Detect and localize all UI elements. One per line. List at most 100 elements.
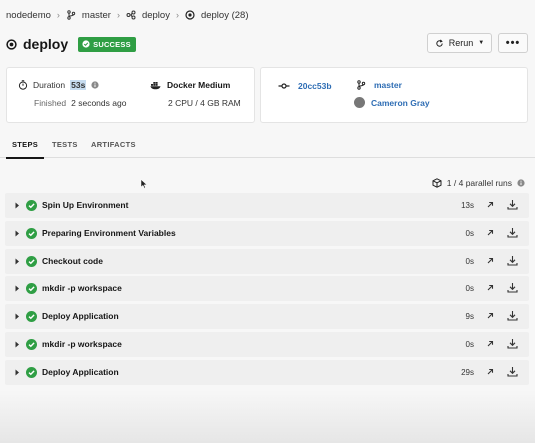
check-circle-icon <box>82 40 90 48</box>
cube-icon <box>432 178 442 188</box>
tab-artifacts[interactable]: ARTIFACTS <box>91 140 136 149</box>
step-row[interactable]: Preparing Environment Variables 0s <box>5 220 529 246</box>
external-link-icon[interactable] <box>486 201 494 209</box>
step-duration: 13s <box>461 201 474 210</box>
download-icon[interactable] <box>507 366 518 377</box>
tab-steps[interactable]: STEPS <box>5 140 45 159</box>
duration-row: Duration 53s <box>18 80 99 90</box>
download-icon[interactable] <box>507 255 518 266</box>
status-label: SUCCESS <box>93 39 131 49</box>
download-icon[interactable] <box>507 338 518 349</box>
job-summary-card: Duration 53s Finished 2 seconds ago Dock… <box>6 67 255 123</box>
external-link-icon[interactable] <box>486 229 494 237</box>
branch-icon <box>66 10 76 20</box>
finished-value: 2 seconds ago <box>71 98 127 108</box>
info-icon[interactable] <box>91 81 99 89</box>
chevron-right-icon[interactable] <box>14 230 20 237</box>
chevron-right-icon[interactable] <box>14 285 20 292</box>
finished-label: Finished <box>34 98 67 108</box>
commit-hash-link[interactable]: 20cc53b <box>298 81 332 91</box>
branch-row: master <box>356 80 402 90</box>
download-icon[interactable] <box>507 310 518 321</box>
branch-icon <box>357 80 366 90</box>
step-name: Spin Up Environment <box>42 200 129 210</box>
duration-value: 53s <box>70 80 87 90</box>
job-icon <box>6 38 17 50</box>
info-icon[interactable] <box>517 179 525 187</box>
branch-link[interactable]: master <box>374 80 402 90</box>
step-duration: 0s <box>465 284 474 294</box>
tab-bar: STEPS TESTS ARTIFACTS <box>0 136 535 159</box>
finished-row: Finished 2 seconds ago <box>34 98 126 108</box>
executor-row: Docker Medium <box>150 80 230 90</box>
chevron-right-icon[interactable] <box>14 369 20 376</box>
chevron-right-icon[interactable] <box>14 313 20 320</box>
step-duration: 29s <box>461 367 474 377</box>
duration-label: Duration <box>33 80 66 90</box>
download-icon[interactable] <box>507 227 518 238</box>
job-page: nodedemo › master › deploy › deploy (28)… <box>0 0 535 443</box>
job-header: deploy SUCCESS <box>6 35 136 53</box>
step-name: Preparing Environment Variables <box>42 227 176 238</box>
author-row: Cameron Gray <box>354 97 430 108</box>
breadcrumb-workflow[interactable]: deploy <box>142 10 170 21</box>
chevron-right-icon: › <box>56 10 60 20</box>
step-row[interactable]: Deploy Application 9s <box>5 304 529 330</box>
docker-icon <box>150 82 161 90</box>
step-duration: 0s <box>465 228 474 238</box>
check-circle-icon <box>26 338 37 350</box>
check-circle-icon <box>26 255 37 267</box>
check-circle-icon <box>26 200 37 211</box>
breadcrumb-branch[interactable]: master <box>82 10 111 21</box>
executor-name: Docker Medium <box>167 80 231 90</box>
parallel-runs-label: 1 / 4 parallel runs <box>446 178 512 188</box>
workflow-icon <box>126 10 136 20</box>
step-row[interactable]: Checkout code 0s <box>5 248 529 274</box>
chevron-right-icon[interactable] <box>14 341 20 348</box>
rerun-button[interactable]: Rerun ▼ <box>427 33 492 53</box>
step-duration: 0s <box>465 256 474 266</box>
tab-tests[interactable]: TESTS <box>52 140 78 149</box>
avatar <box>354 97 365 108</box>
download-icon[interactable] <box>507 199 518 210</box>
external-link-icon[interactable] <box>486 284 494 292</box>
external-link-icon[interactable] <box>486 340 494 348</box>
step-row[interactable]: mkdir -p workspace 0s <box>5 331 529 357</box>
job-icon <box>185 10 195 20</box>
more-options-button[interactable]: ••• <box>498 33 528 53</box>
chevron-right-icon: › <box>175 10 179 20</box>
chevron-right-icon: › <box>116 10 120 20</box>
breadcrumb-project[interactable]: nodedemo <box>6 10 51 21</box>
check-circle-icon <box>26 283 37 295</box>
caret-down-icon: ▼ <box>478 40 485 46</box>
bottom-fade <box>0 390 535 443</box>
chevron-right-icon[interactable] <box>14 258 20 265</box>
steps-list: Spin Up Environment 13s Preparing Environm… <box>5 193 529 388</box>
check-circle-icon <box>26 311 37 323</box>
breadcrumb: nodedemo › master › deploy › deploy (28) <box>6 8 248 22</box>
parallel-runs[interactable]: 1 / 4 parallel runs <box>432 178 525 188</box>
check-circle-icon <box>26 366 37 378</box>
step-duration: 0s <box>465 339 474 349</box>
download-icon[interactable] <box>507 282 518 293</box>
breadcrumb-job: deploy (28) <box>200 9 249 21</box>
page-title: deploy <box>23 36 69 52</box>
resources-row: 2 CPU / 4 GB RAM <box>168 98 241 108</box>
step-row[interactable]: Deploy Application 29s <box>5 359 529 385</box>
external-link-icon[interactable] <box>486 368 494 376</box>
refresh-icon <box>436 39 443 47</box>
step-name: mkdir -p workspace <box>42 283 122 294</box>
step-name: Deploy Application <box>42 366 119 377</box>
step-row[interactable]: Spin Up Environment 13s <box>5 193 529 218</box>
step-name: Deploy Application <box>42 311 119 322</box>
step-row[interactable]: mkdir -p workspace 0s <box>5 276 529 302</box>
external-link-icon[interactable] <box>486 257 494 265</box>
chevron-right-icon[interactable] <box>14 202 20 209</box>
external-link-icon[interactable] <box>486 312 494 320</box>
rerun-label: Rerun <box>448 38 474 48</box>
author-link[interactable]: Cameron Gray <box>371 98 430 108</box>
check-circle-icon <box>26 227 37 239</box>
stopwatch-icon <box>18 80 28 90</box>
step-name: Checkout code <box>42 255 103 266</box>
commit-summary-card: 20cc53b master Cameron Gray <box>260 67 528 123</box>
